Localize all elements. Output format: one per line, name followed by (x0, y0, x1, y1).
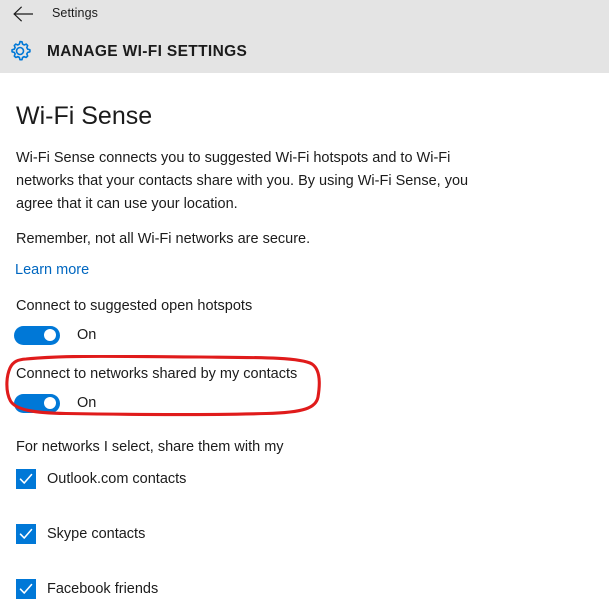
toggle-switch-open-hotspots[interactable] (14, 325, 60, 345)
app-title: Settings (52, 6, 98, 20)
settings-chrome-band: Settings MANAGE WI-FI SETTINGS (0, 0, 609, 73)
settings-titlebar: Settings (0, 0, 609, 28)
checkmark-icon (19, 528, 33, 539)
toggle-knob (44, 397, 56, 409)
toggle-row-open-hotspots[interactable]: On (14, 324, 96, 346)
toggle-knob (44, 329, 56, 341)
note-paragraph: Remember, not all Wi-Fi networks are sec… (16, 231, 311, 247)
checkbox-row-facebook[interactable]: Facebook friends (16, 578, 158, 600)
page-title: MANAGE WI-FI SETTINGS (47, 43, 248, 60)
back-arrow-icon[interactable] (11, 2, 35, 26)
section-title: Wi-Fi Sense (16, 102, 153, 130)
gear-icon (6, 37, 34, 65)
checkbox-facebook[interactable] (16, 579, 36, 599)
checkbox-row-outlook[interactable]: Outlook.com contacts (16, 468, 186, 490)
toggle-state-shared-networks: On (77, 395, 97, 411)
toggle-label-open-hotspots: Connect to suggested open hotspots (16, 298, 253, 314)
checkbox-outlook[interactable] (16, 469, 36, 489)
checkbox-label-outlook: Outlook.com contacts (47, 471, 187, 487)
toggle-switch-shared-networks[interactable] (14, 393, 60, 413)
checkbox-label-skype: Skype contacts (47, 526, 146, 542)
share-group-label: For networks I select, share them with m… (16, 439, 284, 455)
checkbox-label-facebook: Facebook friends (47, 581, 159, 597)
checkbox-row-skype[interactable]: Skype contacts (16, 523, 145, 545)
toggle-label-shared-networks: Connect to networks shared by my contact… (16, 366, 298, 382)
toggle-state-open-hotspots: On (77, 327, 97, 343)
checkbox-skype[interactable] (16, 524, 36, 544)
toggle-row-shared-networks[interactable]: On (14, 392, 96, 414)
checkmark-icon (19, 583, 33, 594)
checkmark-icon (19, 473, 33, 484)
body-paragraph: Wi-Fi Sense connects you to suggested Wi… (16, 150, 469, 212)
learn-more-link[interactable]: Learn more (15, 259, 89, 281)
